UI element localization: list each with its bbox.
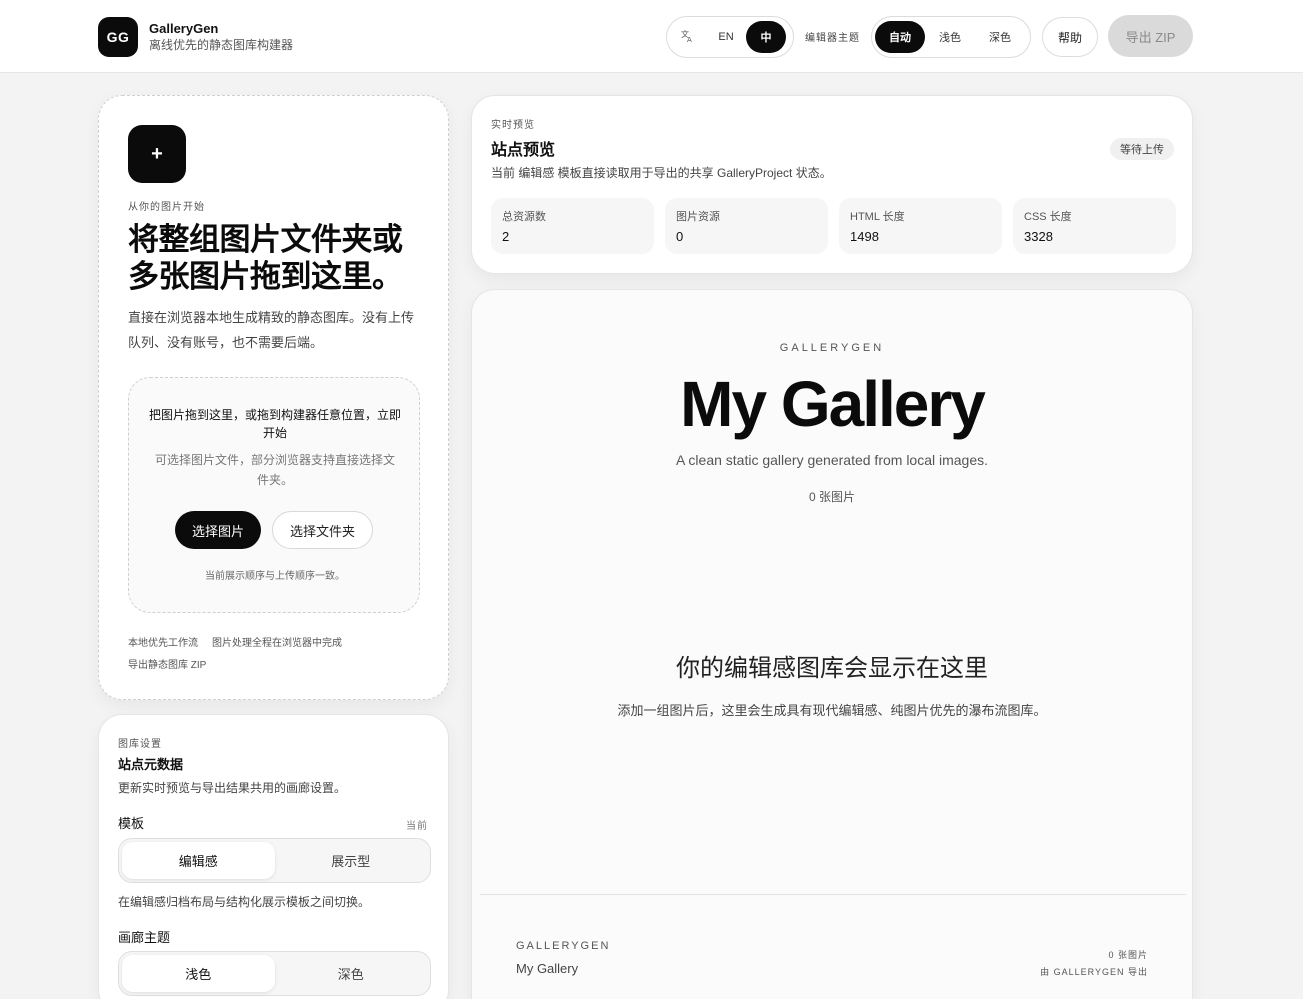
upload-card[interactable]: + 从你的图片开始 将整组图片文件夹或多张图片拖到这里。 直接在浏览器本地生成精… bbox=[98, 95, 449, 700]
stat-value: 3328 bbox=[1024, 229, 1053, 244]
editor-theme-label: 编辑器主题 bbox=[805, 33, 860, 44]
preview-description: 当前 编辑感 模板直接读取用于导出的共享 GalleryProject 状态。 bbox=[491, 166, 832, 180]
gallery-theme-option-light[interactable]: 浅色 bbox=[122, 955, 275, 992]
stat-image-assets: 图片资源 0 bbox=[665, 198, 828, 254]
top-bar: GG GalleryGen 离线优先的静态图库构建器 文 A EN 中 编辑器主… bbox=[0, 0, 1303, 73]
template-note: 在编辑感归档布局与结构化展示模板之间切换。 bbox=[118, 895, 371, 909]
stat-label: 图片资源 bbox=[676, 211, 720, 223]
add-icon[interactable]: + bbox=[128, 125, 186, 183]
theme-option-light[interactable]: 浅色 bbox=[925, 21, 975, 53]
empty-state-description: 添加一组图片后，这里会生成具有现代编辑感、纯图片优先的瀑布流图库。 bbox=[617, 703, 1047, 718]
app-logo: GG bbox=[98, 17, 138, 57]
footer-credit: 由 GALLERYGEN 导出 bbox=[1040, 967, 1148, 977]
settings-card: 图库设置 站点元数据 更新实时预览与导出结果共用的画廊设置。 模板 当前 编辑感… bbox=[98, 714, 449, 999]
settings-title: 站点元数据 bbox=[118, 757, 184, 772]
stat-label: HTML 长度 bbox=[850, 211, 905, 223]
upload-description: 直接在浏览器本地生成精致的静态图库。没有上传队列、没有账号，也不需要后端。 bbox=[128, 310, 415, 350]
template-option-showcase[interactable]: 展示型 bbox=[275, 842, 428, 879]
upload-eyebrow: 从你的图片开始 bbox=[128, 202, 205, 213]
svg-text:A: A bbox=[687, 36, 692, 43]
empty-state-title: 你的编辑感图库会显示在这里 bbox=[676, 654, 988, 682]
language-option-en[interactable]: EN bbox=[706, 21, 746, 53]
select-folder-button[interactable]: 选择文件夹 bbox=[272, 511, 373, 549]
settings-eyebrow: 图库设置 bbox=[118, 739, 162, 750]
stat-label: CSS 长度 bbox=[1024, 211, 1072, 223]
gallery-theme-label: 画廊主题 bbox=[118, 930, 171, 945]
divider bbox=[480, 894, 1186, 895]
footer-image-count: 0 张图片 bbox=[1108, 950, 1148, 960]
preview-status-card: 实时预览 站点预览 当前 编辑感 模板直接读取用于导出的共享 GalleryPr… bbox=[471, 95, 1193, 274]
editor-theme-switcher: 自动 浅色 深色 bbox=[871, 16, 1031, 58]
template-selector: 编辑感 展示型 bbox=[118, 838, 431, 883]
gallery-subtitle: A clean static gallery generated from lo… bbox=[675, 452, 989, 468]
stat-value: 2 bbox=[502, 229, 510, 244]
gallery-theme-option-dark[interactable]: 深色 bbox=[275, 955, 428, 992]
gallery-theme-selector: 浅色 深色 bbox=[118, 951, 431, 996]
help-button[interactable]: 帮助 bbox=[1042, 17, 1098, 57]
template-meta: 当前 bbox=[406, 821, 428, 832]
select-images-button[interactable]: 选择图片 bbox=[175, 511, 261, 549]
stats-row: 总资源数 2 图片资源 0 HTML 长度 1498 CSS 长度 3328 bbox=[491, 198, 1176, 254]
gallery-title: My Gallery bbox=[680, 368, 986, 440]
preview-eyebrow: 实时预览 bbox=[491, 120, 535, 131]
theme-option-auto[interactable]: 自动 bbox=[875, 21, 925, 53]
order-note: 当前展示顺序与上传顺序一致。 bbox=[205, 571, 345, 582]
footer-gallery-name: My Gallery bbox=[516, 961, 579, 976]
language-option-zh[interactable]: 中 bbox=[746, 21, 786, 53]
gallery-preview: GALLERYGEN My Gallery A clean static gal… bbox=[471, 289, 1193, 999]
drop-zone[interactable]: 把图片拖到这里，或拖到构建器任意位置，立即开始 可选择图片文件，部分浏览器支持直… bbox=[128, 377, 420, 613]
feature-item: 导出静态图库 ZIP bbox=[128, 660, 207, 671]
feature-list: 本地优先工作流 图片处理全程在浏览器中完成 导出静态图库 ZIP bbox=[128, 633, 428, 677]
feature-item: 图片处理全程在浏览器中完成 bbox=[212, 638, 342, 649]
template-option-editorial[interactable]: 编辑感 bbox=[122, 842, 275, 879]
feature-item: 本地优先工作流 bbox=[128, 638, 198, 649]
dropzone-title: 把图片拖到这里，或拖到构建器任意位置，立即开始 bbox=[149, 408, 402, 440]
stat-css-length: CSS 长度 3328 bbox=[1013, 198, 1176, 254]
app-name: GalleryGen bbox=[149, 21, 219, 36]
stat-label: 总资源数 bbox=[502, 211, 546, 223]
footer-eyebrow: GALLERYGEN bbox=[516, 940, 611, 952]
preview-title: 站点预览 bbox=[491, 142, 556, 159]
gallery-image-count: 0 张图片 bbox=[808, 490, 855, 504]
export-zip-button[interactable]: 导出 ZIP bbox=[1108, 15, 1193, 57]
dropzone-hint: 可选择图片文件，部分浏览器支持直接选择文件夹。 bbox=[154, 453, 395, 487]
stat-value: 1498 bbox=[850, 229, 879, 244]
gallery-eyebrow: GALLERYGEN bbox=[779, 342, 885, 354]
app-subtitle: 离线优先的静态图库构建器 bbox=[149, 38, 294, 52]
settings-description: 更新实时预览与导出结果共用的画廊设置。 bbox=[118, 781, 347, 795]
language-switcher: 文 A EN 中 bbox=[666, 16, 794, 58]
theme-option-dark[interactable]: 深色 bbox=[975, 21, 1025, 53]
upload-title: 将整组图片文件夹或多张图片拖到这里。 bbox=[128, 222, 403, 294]
translate-icon: 文 A bbox=[670, 29, 706, 46]
stat-value: 0 bbox=[676, 229, 684, 244]
template-label: 模板 bbox=[118, 816, 145, 831]
brand: GG GalleryGen 离线优先的静态图库构建器 bbox=[98, 17, 293, 57]
stat-total-assets: 总资源数 2 bbox=[491, 198, 654, 254]
status-badge: 等待上传 bbox=[1110, 138, 1174, 160]
stat-html-length: HTML 长度 1498 bbox=[839, 198, 1002, 254]
